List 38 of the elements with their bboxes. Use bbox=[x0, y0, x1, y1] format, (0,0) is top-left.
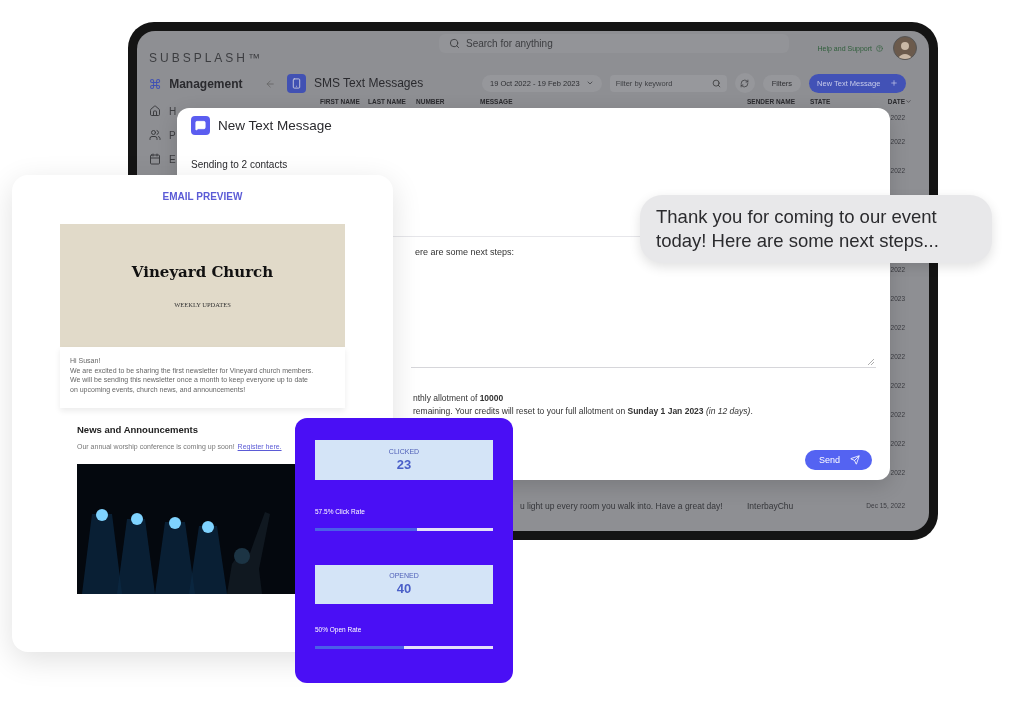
help-icon[interactable] bbox=[876, 44, 883, 52]
card-heading: EMAIL PREVIEW bbox=[162, 191, 243, 202]
stat-value: 23 bbox=[396, 456, 412, 472]
search-icon bbox=[449, 37, 460, 49]
sidebar-title: Management bbox=[169, 77, 243, 91]
logo: SUBSPLASH™ bbox=[149, 51, 265, 65]
refresh-icon bbox=[740, 78, 750, 88]
resize-handle-icon[interactable] bbox=[868, 359, 874, 365]
nav-label[interactable]: P bbox=[169, 129, 176, 141]
table-cell-text: u light up every room you walk into. Have a great day! bbox=[519, 500, 724, 511]
nav-icon[interactable] bbox=[149, 105, 161, 117]
nav-label[interactable]: H bbox=[169, 105, 177, 117]
search-field[interactable]: Search for anything bbox=[439, 33, 789, 53]
recipients-text: Sending to 2 contacts bbox=[191, 159, 289, 170]
page-title: SMS Text Messages bbox=[314, 76, 425, 90]
modal-title: New Text Message bbox=[218, 118, 332, 133]
sort-icon[interactable] bbox=[905, 97, 912, 105]
refresh-button[interactable] bbox=[734, 73, 755, 93]
table-cell-text: InterbayChu bbox=[747, 500, 795, 511]
phone-icon bbox=[287, 73, 306, 93]
stat-value: 40 bbox=[396, 581, 412, 597]
banner-title: Vineyard Church bbox=[131, 263, 274, 281]
send-icon bbox=[850, 455, 860, 465]
speech-bubble-tooltip: Thank you for coming to our event today! Here are some next steps... bbox=[640, 195, 992, 263]
credits-text: remaining. Your credits will reset to your full allotment on Sunday 1 Jan 2023 (in 12 days). bbox=[412, 406, 754, 416]
news-title: News and Announcements bbox=[77, 424, 200, 435]
plus-icon bbox=[890, 79, 899, 87]
avatar[interactable] bbox=[893, 36, 917, 60]
nav-icon[interactable] bbox=[149, 129, 161, 141]
chat-icon bbox=[191, 116, 210, 135]
nav-icon[interactable] bbox=[149, 153, 161, 165]
send-button[interactable]: Send bbox=[804, 450, 872, 470]
search-icon[interactable] bbox=[711, 78, 721, 88]
chevron-down-icon[interactable] bbox=[585, 79, 594, 87]
back-arrow-icon[interactable] bbox=[264, 78, 275, 90]
command-icon bbox=[149, 77, 162, 91]
nav-label[interactable]: E bbox=[169, 153, 176, 165]
allotment-text: nthly allotment of 10000 bbox=[412, 393, 505, 403]
